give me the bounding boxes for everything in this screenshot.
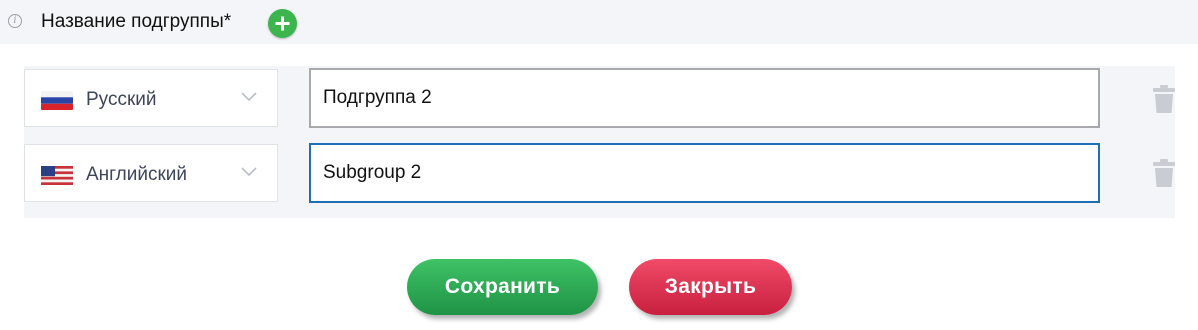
russia-flag-icon xyxy=(41,91,73,110)
trash-icon[interactable] xyxy=(1153,159,1175,187)
trash-icon[interactable] xyxy=(1153,85,1175,113)
plus-icon xyxy=(275,16,290,31)
add-translation-button[interactable] xyxy=(268,9,297,38)
close-button[interactable]: Закрыть xyxy=(629,259,792,315)
language-select-russian[interactable]: Русский xyxy=(24,69,278,127)
usa-flag-icon xyxy=(41,166,73,185)
save-button[interactable]: Сохранить xyxy=(407,259,598,315)
subgroup-name-input-russian[interactable] xyxy=(309,68,1100,128)
info-icon[interactable]: i xyxy=(8,14,22,28)
field-header: i Название подгруппы* xyxy=(0,0,1198,44)
chevron-down-icon xyxy=(241,167,257,177)
language-label: Английский xyxy=(86,164,188,185)
field-title: Название подгруппы* xyxy=(41,11,232,32)
language-label: Русский xyxy=(86,89,157,110)
subgroup-name-input-english[interactable] xyxy=(309,143,1100,203)
chevron-down-icon xyxy=(241,92,257,102)
language-select-english[interactable]: Английский xyxy=(24,144,278,202)
